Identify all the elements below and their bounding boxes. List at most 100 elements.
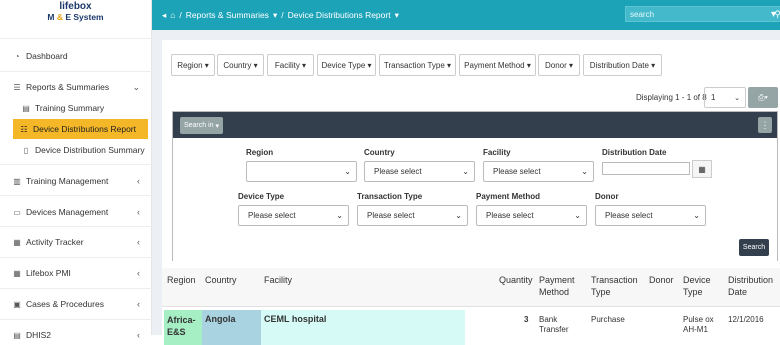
table-cell-region: Africa- E&S [167,315,196,337]
device-type-select[interactable]: Please select ⌄ [238,205,349,226]
sidebar-item-label: Device Distributions Report [33,124,136,134]
column-header-device-type[interactable]: Device Type [683,274,711,298]
search-in-button[interactable]: Search in ▾ [180,117,223,134]
calendar-icon[interactable]: ▦ [692,160,712,178]
search-panel-header: Search in ▾ ⋮ [173,112,777,138]
region-label: Region [246,148,274,157]
chevron-down-icon: ⌄ [462,167,469,176]
briefcase-icon: ▣ [13,299,21,309]
chevron-down-icon: ⌄ [132,81,140,92]
sidebar-item-device-distributions-report[interactable]: ☷ Device Distributions Report [13,119,148,139]
country-select[interactable]: Please select ⌄ [364,161,475,182]
sidebar-item-activity-tracker[interactable]: ▦ Activity Tracker ‹ [0,232,152,252]
database-icon: ▤ [13,330,21,340]
filter-distribution-date-button[interactable]: Distribution Date ▾ [583,54,662,76]
filter-facility-button[interactable]: Facility ▾ [267,54,314,76]
sidebar-divider [0,226,152,227]
user-menu-icon[interactable]: ▾ [771,9,776,20]
distribution-date-input[interactable] [602,162,690,175]
app-logo[interactable]: lifebox M & E System [0,0,151,30]
filter-payment-method-button[interactable]: Payment Method ▾ [459,54,536,76]
filter-country-button[interactable]: Country ▾ [217,54,264,76]
sidebar-item-reports[interactable]: ☰ Reports & Summaries ⌄ [0,77,152,97]
home-icon[interactable]: ⌂ [170,10,175,20]
sidebar-item-training-summary[interactable]: ▤ Training Summary [0,98,152,118]
chevron-left-icon: ‹ [137,207,140,217]
sidebar-item-label: Cases & Procedures [26,299,104,309]
table-cell-quantity: 3 [524,315,529,324]
search-panel-body: Region ⌄ Country Please select ⌄ Facility… [173,138,777,261]
list-icon: ☰ [13,82,21,92]
sidebar-item-label: Device Distribution Summary [35,145,145,155]
facility-select[interactable]: Please select ⌄ [483,161,594,182]
collapse-sidebar-icon[interactable]: ◂ [162,10,166,21]
chevron-left-icon: ‹ [137,299,140,309]
filter-device-type-button[interactable]: Device Type ▾ [317,54,376,76]
donor-label: Donor [595,192,619,201]
sidebar-item-cases-procedures[interactable]: ▣ Cases & Procedures ‹ [0,294,152,314]
column-header-country[interactable]: Country [205,274,237,286]
page-select[interactable]: 1 ⌄ [704,87,746,108]
monitor-icon: ▭ [13,207,21,217]
sidebar-item-lifebox-pmi[interactable]: ▦ Lifebox PMI ‹ [0,263,152,283]
distribution-date-label: Distribution Date [602,148,667,157]
sidebar-divider [0,38,152,39]
donor-select[interactable]: Please select ⌄ [595,205,706,226]
book-icon: ▤ [22,103,30,113]
sidebar-divider [0,257,152,258]
breadcrumb-device-distributions[interactable]: Device Distributions Report [288,10,391,20]
search-box: ⚲ [625,6,780,22]
device-type-label: Device Type [238,192,285,201]
sidebar-item-label: Dashboard [26,51,68,61]
column-header-region[interactable]: Region [167,274,196,286]
table-icon: ☷ [20,124,28,134]
transaction-type-select[interactable]: Please select ⌄ [357,205,468,226]
chevron-down-icon: ⌄ [693,211,700,220]
facility-label: Facility [483,148,511,157]
chevron-down-icon: ⌄ [455,211,462,220]
more-options-icon[interactable]: ⋮ [758,117,772,133]
sidebar-divider [0,319,152,320]
mobile-icon: ▯ [23,145,29,155]
filter-donor-button[interactable]: Donor ▾ [538,54,580,76]
table-cell-transaction-type: Purchase [591,315,625,324]
sidebar-item-label: Lifebox PMI [26,268,71,278]
column-header-transaction-type[interactable]: Transaction Type [591,274,638,298]
logo-subtitle: M & E System [47,12,104,22]
breadcrumb-reports[interactable]: Reports & Summaries [186,10,269,20]
print-button[interactable]: ⎙▾ [748,87,778,108]
chevron-left-icon: ‹ [137,176,140,186]
column-header-quantity[interactable]: Quantity [499,274,533,286]
chevron-down-icon: ⌄ [734,94,740,102]
sidebar-item-device-distribution-summary[interactable]: ▯ Device Distribution Summary [0,140,152,160]
column-header-facility[interactable]: Facility [264,274,292,286]
sidebar-item-devices-management[interactable]: ▭ Devices Management ‹ [0,202,152,222]
chevron-down-icon: ▾ [394,9,399,20]
sidebar-item-label: Training Summary [35,103,105,113]
sidebar-item-dhis2[interactable]: ▤ DHIS2 ‹ [0,325,152,345]
region-select[interactable]: ⌄ [246,161,357,182]
chevron-down-icon: ▾ [272,9,278,20]
column-header-donor[interactable]: Donor [649,274,674,286]
table-cell-device-type: Pulse ox AH-M1 [683,315,714,334]
top-navbar: ◂ ⌂ / Reports & Summaries ▾ / Device Dis… [152,0,780,30]
column-header-distribution-date[interactable]: Distribution Date [728,274,773,298]
table-cell-facility: CEML hospital [264,314,327,324]
search-input[interactable] [630,9,765,19]
chevron-left-icon: ‹ [137,268,140,278]
column-header-payment-method[interactable]: Payment Method [539,274,575,298]
chevron-down-icon: ⌄ [336,211,343,220]
filter-region-button[interactable]: Region ▾ [171,54,215,76]
grid-icon: ▦ [13,268,21,278]
sidebar-item-training-management[interactable]: ▥ Training Management ‹ [0,171,152,191]
breadcrumb: ◂ ⌂ / Reports & Summaries ▾ / Device Dis… [152,10,403,21]
sidebar-item-label: Devices Management [26,207,109,217]
main-content: Region ▾ Country ▾ Facility ▾ Device Typ… [152,30,780,345]
sidebar-item-label: Reports & Summaries [26,82,110,92]
filter-transaction-type-button[interactable]: Transaction Type ▾ [379,54,456,76]
payment-method-select[interactable]: Please select ⌄ [476,205,587,226]
sidebar-divider [0,71,152,72]
logo-title: lifebox [59,1,92,12]
search-button[interactable]: Search [739,239,769,256]
sidebar-item-dashboard[interactable]: ◔ Dashboard [0,46,152,66]
